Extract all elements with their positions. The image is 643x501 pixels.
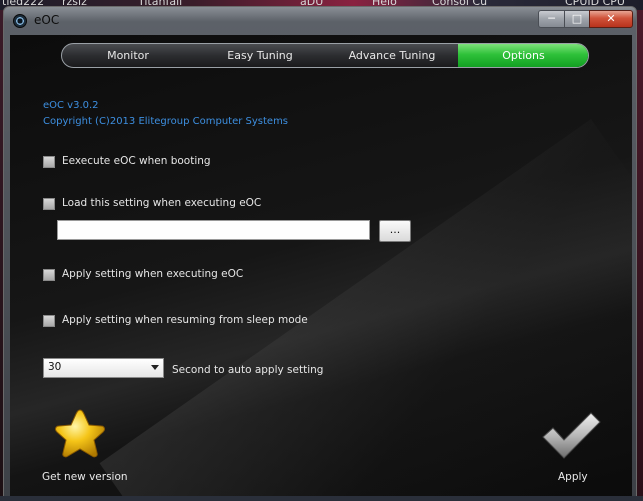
setting-file-path-input[interactable] [57, 220, 370, 240]
window-title: eOC [34, 13, 60, 27]
apply-button[interactable]: Apply [532, 411, 612, 487]
version-text: eOC v3.0.2 [43, 100, 99, 111]
apply-on-execute-checkbox[interactable] [43, 269, 55, 281]
load-setting-checkbox[interactable] [43, 198, 55, 210]
auto-apply-seconds-value: 30 [48, 361, 62, 373]
auto-apply-seconds-label: Second to auto apply setting [172, 364, 324, 376]
auto-apply-seconds-select[interactable]: 30 [43, 358, 164, 378]
title-bar[interactable]: eOC ─ □ ✕ [4, 7, 636, 35]
desktop: tled222 rzsiz Titanfall aDU Helo Consol … [0, 0, 643, 501]
load-setting-label: Load this setting when executing eOC [62, 197, 262, 209]
apply-label: Apply [558, 471, 588, 483]
browse-button[interactable]: ... [379, 220, 411, 242]
star-icon[interactable] [52, 407, 108, 463]
tab-options[interactable]: Options [458, 44, 588, 67]
maximize-button[interactable]: □ [564, 10, 590, 28]
eoc-window: eOC ─ □ ✕ Monitor Easy Tuning Advance Tu… [3, 6, 637, 501]
execute-on-boot-label: Eexecute eOC when booting [62, 155, 211, 167]
execute-on-boot-checkbox[interactable] [43, 156, 55, 168]
get-new-version-button[interactable]: Get new version [32, 407, 132, 487]
tab-advance-tuning[interactable]: Advance Tuning [326, 44, 458, 67]
copyright-text: Copyright (C)2013 Elitegroup Computer Sy… [43, 116, 289, 127]
chevron-down-icon[interactable] [151, 365, 159, 370]
options-panel: Monitor Easy Tuning Advance Tuning Optio… [10, 35, 632, 501]
get-new-version-label: Get new version [42, 471, 128, 483]
minimize-button[interactable]: ─ [538, 10, 565, 28]
close-button[interactable]: ✕ [589, 10, 633, 28]
eoc-app-icon[interactable] [13, 14, 27, 28]
tab-easy-tuning[interactable]: Easy Tuning [194, 44, 326, 67]
apply-on-resume-checkbox[interactable] [43, 315, 55, 327]
apply-on-resume-label: Apply setting when resuming from sleep m… [62, 314, 308, 326]
taskbar-edge [0, 496, 643, 501]
apply-on-execute-label: Apply setting when executing eOC [62, 268, 244, 280]
checkmark-icon[interactable] [540, 411, 602, 461]
background-window-edge [637, 10, 643, 501]
tab-bar: Monitor Easy Tuning Advance Tuning Optio… [61, 43, 589, 68]
tab-monitor[interactable]: Monitor [62, 44, 194, 67]
